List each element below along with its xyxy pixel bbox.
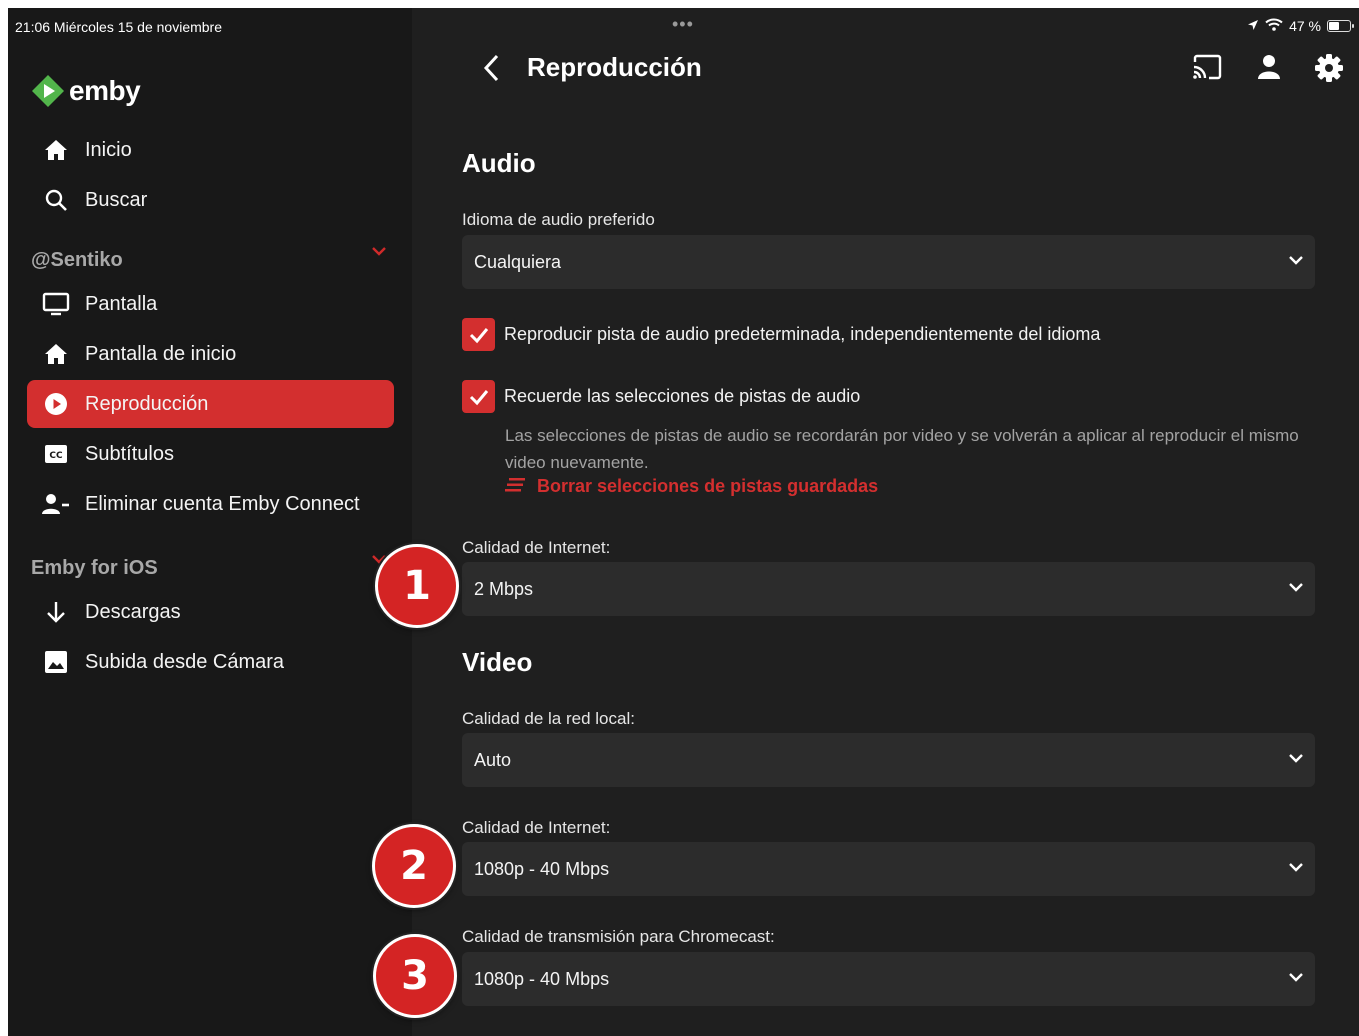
sidebar-item-label: Pantalla de inicio xyxy=(85,342,237,365)
back-arrow-icon[interactable] xyxy=(482,52,502,89)
audio-language-label: Idioma de audio preferido xyxy=(462,210,655,229)
sidebar-item-subida-camara[interactable]: Subida desde Cámara xyxy=(27,638,394,686)
clear-all-icon xyxy=(505,476,525,497)
sidebar-item-reproduccion[interactable]: Reproducción xyxy=(27,380,394,428)
chevron-down-icon xyxy=(1287,751,1305,769)
chevron-down-icon xyxy=(1287,253,1305,271)
sidebar-item-label: Reproducción xyxy=(85,392,209,415)
search-icon xyxy=(27,189,85,211)
audio-language-select[interactable]: Cualquiera xyxy=(462,235,1315,289)
sidebar-item-pantalla-de-inicio[interactable]: Pantalla de inicio xyxy=(27,330,394,378)
select-value: Cualquiera xyxy=(474,251,562,272)
play-circle-icon xyxy=(27,392,85,416)
battery-icon xyxy=(1327,20,1354,32)
sidebar-item-label: Buscar xyxy=(85,188,148,211)
battery-percent: 47 % xyxy=(1289,18,1321,34)
cast-icon[interactable] xyxy=(1192,54,1222,85)
sidebar-item-inicio[interactable]: Inicio xyxy=(27,126,394,174)
remove-user-icon xyxy=(27,493,85,515)
checkmark-icon xyxy=(469,389,488,405)
sidebar-item-label: Pantalla xyxy=(85,292,158,315)
video-internet-quality-select[interactable]: 1080p - 40 Mbps xyxy=(462,842,1315,896)
select-value: 1080p - 40 Mbps xyxy=(474,858,610,879)
sidebar-item-subtitulos[interactable]: CC Subtítulos xyxy=(27,430,394,478)
app-section-heading: Emby for iOS xyxy=(31,557,158,579)
sidebar-item-descargas[interactable]: Descargas xyxy=(27,588,394,636)
user-icon[interactable] xyxy=(1257,54,1281,85)
annotation-badge-3: 3 xyxy=(373,934,457,1018)
main-content: Reproducción Audio Idioma de audio prefe… xyxy=(412,8,1359,1036)
sidebar-item-buscar[interactable]: Buscar xyxy=(27,176,394,224)
sidebar-item-label: Eliminar cuenta Emby Connect xyxy=(85,492,360,515)
sidebar-item-label: Inicio xyxy=(85,138,132,161)
emby-logo[interactable]: emby xyxy=(31,74,141,108)
chevron-down-icon[interactable] xyxy=(371,244,387,262)
remember-tracks-help: Las selecciones de pistas de audio se re… xyxy=(505,426,1299,472)
remember-tracks-label: Recuerde las selecciones de pistas de au… xyxy=(504,386,861,406)
audio-heading: Audio xyxy=(462,148,536,178)
sidebar-item-pantalla[interactable]: Pantalla xyxy=(27,280,394,328)
checkmark-icon xyxy=(469,327,488,343)
audio-internet-quality-label: Calidad de Internet: xyxy=(462,538,611,557)
sidebar-item-label: Descargas xyxy=(85,600,181,623)
monitor-icon xyxy=(27,292,85,316)
sidebar-item-label: Subtítulos xyxy=(85,442,174,465)
wifi-icon xyxy=(1265,18,1283,34)
closed-caption-icon: CC xyxy=(27,445,85,463)
page-title: Reproducción xyxy=(527,52,702,82)
user-section-heading: @Sentiko xyxy=(31,249,123,271)
chevron-down-icon xyxy=(1287,970,1305,988)
status-time-date: 21:06 Miércoles 15 de noviembre xyxy=(15,19,223,35)
location-arrow-icon xyxy=(1247,18,1259,34)
image-icon xyxy=(27,651,85,673)
sidebar: emby Inicio Buscar @Sentiko Pantalla Pan… xyxy=(8,8,412,1036)
audio-internet-quality-select[interactable]: 2 Mbps xyxy=(462,562,1315,616)
clear-saved-tracks-link[interactable]: Borrar selecciones de pistas guardadas xyxy=(505,476,878,497)
clear-saved-tracks-text: Borrar selecciones de pistas guardadas xyxy=(537,476,879,496)
annotation-badge-2: 2 xyxy=(372,824,456,908)
sidebar-item-label: Subida desde Cámara xyxy=(85,650,285,673)
home-icon xyxy=(27,343,85,365)
sidebar-item-eliminar-cuenta[interactable]: Eliminar cuenta Emby Connect xyxy=(27,480,394,528)
gear-icon[interactable] xyxy=(1315,54,1343,87)
video-internet-quality-label: Calidad de Internet: xyxy=(462,818,611,837)
play-default-checkbox[interactable] xyxy=(462,318,495,351)
select-value: 1080p - 40 Mbps xyxy=(474,968,610,989)
video-heading: Video xyxy=(462,647,533,677)
remember-tracks-checkbox[interactable] xyxy=(462,380,495,413)
chevron-down-icon xyxy=(1287,860,1305,878)
download-arrow-icon xyxy=(27,601,85,623)
play-default-label: Reproducir pista de audio predeterminada… xyxy=(504,324,1101,344)
status-indicators: 47 % xyxy=(1247,18,1354,34)
chevron-down-icon xyxy=(1287,580,1305,598)
annotation-badge-1: 1 xyxy=(375,544,459,628)
chromecast-quality-label: Calidad de transmisión para Chromecast: xyxy=(462,927,775,946)
multitasking-dots[interactable]: ••• xyxy=(672,14,694,35)
chromecast-quality-select[interactable]: 1080p - 40 Mbps xyxy=(462,952,1315,1006)
app-window: emby Inicio Buscar @Sentiko Pantalla Pan… xyxy=(8,8,1359,1036)
logo-wordmark: emby xyxy=(69,75,141,106)
local-network-quality-label: Calidad de la red local: xyxy=(462,709,635,728)
select-value: 2 Mbps xyxy=(474,578,534,599)
local-network-quality-select[interactable]: Auto xyxy=(462,733,1315,787)
emby-logo-icon xyxy=(32,75,64,107)
home-icon xyxy=(27,139,85,161)
select-value: Auto xyxy=(474,749,512,770)
svg-text:CC: CC xyxy=(49,451,63,461)
